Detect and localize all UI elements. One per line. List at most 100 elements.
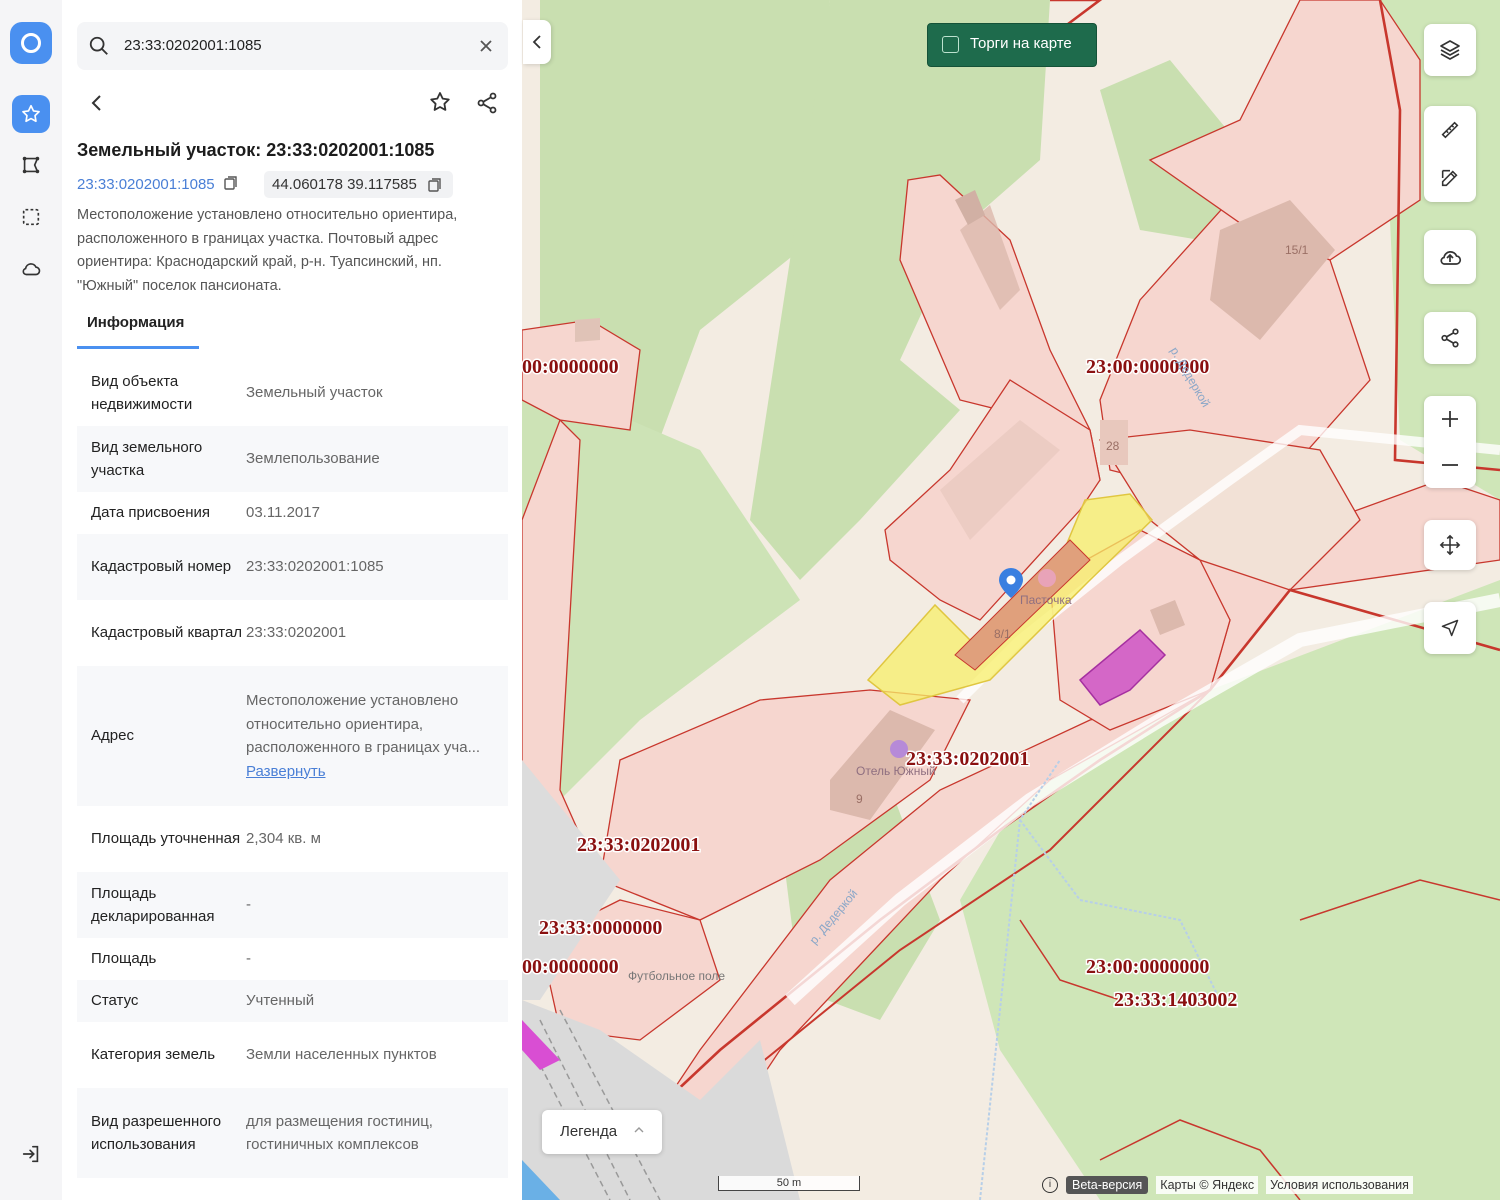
left-rail xyxy=(0,0,63,1200)
table-row: Площадь декларированная - xyxy=(77,872,508,938)
legend-button[interactable]: Легенда xyxy=(542,1110,662,1154)
row-value: 2,304 кв. м xyxy=(246,830,321,848)
map-svg[interactable]: 00:0000000 23:00:0000000 23:33:0202001 2… xyxy=(522,0,1500,1200)
cadastral-number-link[interactable]: 23:33:0202001:1085 xyxy=(77,175,239,193)
row-value: для размещения гостиниц, гостиничных ком… xyxy=(246,1112,433,1154)
cadastral-label: 23:00:0000000 xyxy=(1086,956,1209,978)
coordinates-text: 44.060178 39.117585 xyxy=(272,176,417,193)
auctions-toggle-label: Торги на карте xyxy=(970,35,1072,52)
object-info-panel: 23:33:0202001:1085 Земельный участок: 23… xyxy=(62,0,522,1200)
expand-address-link[interactable]: Развернуть xyxy=(246,763,326,780)
row-value: 23:33:0202001:1085 xyxy=(246,558,384,576)
cadastral-label: 00:0000000 xyxy=(522,356,619,378)
table-row: Адрес Местоположение установлено относите… xyxy=(77,666,508,806)
table-row: Вид земельного участка Землепользование xyxy=(77,426,508,492)
auctions-checkbox[interactable] xyxy=(942,36,959,53)
search-box[interactable]: 23:33:0202001:1085 xyxy=(77,22,508,70)
navigation-arrow-icon xyxy=(1441,619,1459,637)
location-marker-dot xyxy=(1006,575,1016,585)
table-row: Кадастровый номер 23:33:0202001:1085 xyxy=(77,534,508,600)
hotel-poi-icon[interactable] xyxy=(890,740,908,758)
polygon-tool-icon[interactable] xyxy=(12,146,50,184)
search-icon xyxy=(89,36,108,55)
row-value: - xyxy=(246,950,251,968)
move-arrows-icon xyxy=(1439,534,1461,556)
minus-icon xyxy=(1442,464,1458,466)
cadastral-label: 23:33:0000000 xyxy=(539,917,662,939)
house-number: 8/1 xyxy=(994,627,1011,641)
building xyxy=(575,318,600,342)
layers-button[interactable] xyxy=(1424,24,1476,76)
cloud-upload-icon xyxy=(1440,251,1462,265)
object-description: Местоположение установлено относительно … xyxy=(77,207,458,294)
cadastral-label: 00:0000000 xyxy=(522,956,619,978)
row-value: 23:33:0202001 xyxy=(246,624,347,642)
cafe-poi-icon[interactable] xyxy=(1038,569,1056,587)
info-table: Вид объекта недвижимости Земельный участо… xyxy=(77,360,508,1178)
row-label: Дата присвоения xyxy=(91,504,210,522)
beta-badge: Beta-версия xyxy=(1066,1176,1149,1194)
row-value-wrap: Местоположение установлено относительно … xyxy=(246,689,508,783)
copy-icon[interactable] xyxy=(223,175,239,191)
cadastral-label: 23:33:0202001 xyxy=(577,834,700,856)
row-label: Площадь декларированная xyxy=(91,884,215,926)
row-label: Статус xyxy=(91,992,139,1010)
cloud-icon[interactable] xyxy=(12,250,50,288)
search-input[interactable]: 23:33:0202001:1085 xyxy=(124,37,262,54)
row-value: Землепользование xyxy=(246,450,380,468)
row-value: Земли населенных пунктов xyxy=(246,1046,437,1064)
cadastral-number-text[interactable]: 23:33:0202001:1085 xyxy=(77,176,215,193)
poi-cafe-label: Пасточка xyxy=(1020,593,1072,607)
row-label: Категория земель xyxy=(91,1046,216,1064)
cloud-upload-button[interactable] xyxy=(1424,230,1476,284)
edit-button[interactable] xyxy=(1424,154,1476,202)
coordinates-chip[interactable]: 44.060178 39.117585 xyxy=(264,171,453,198)
poi-field-label: Футбольное поле xyxy=(628,969,725,983)
app-logo[interactable] xyxy=(10,22,52,64)
table-row: Кадастровый квартал 23:33:0202001 xyxy=(77,600,508,666)
pan-button[interactable] xyxy=(1424,520,1476,570)
tab-information[interactable]: Информация xyxy=(77,310,199,349)
table-row: Вид разрешенного использования для размещ… xyxy=(77,1088,508,1178)
edit-icon xyxy=(1441,169,1458,187)
row-label: Вид земельного участка xyxy=(91,438,203,480)
row-value: Учтенный xyxy=(246,992,315,1010)
house-number: 15/1 xyxy=(1285,243,1309,257)
auctions-toggle-button[interactable]: Торги на карте xyxy=(927,23,1097,67)
chevron-left-icon xyxy=(532,35,541,49)
yandex-attribution[interactable]: Карты © Яндекс xyxy=(1156,1176,1259,1194)
copy-coordinates-icon[interactable] xyxy=(427,177,443,193)
row-label: Площадь уточненная xyxy=(91,830,241,848)
map-share-button[interactable] xyxy=(1424,312,1476,364)
ruler-button[interactable] xyxy=(1424,106,1476,154)
back-arrow-icon[interactable] xyxy=(90,93,104,113)
row-value: - xyxy=(246,896,251,914)
clear-search-icon[interactable] xyxy=(479,39,493,53)
favorite-star-icon[interactable] xyxy=(428,90,452,114)
geolocation-button[interactable] xyxy=(1424,602,1476,654)
plus-icon xyxy=(1442,411,1458,427)
terms-link[interactable]: Условия использования xyxy=(1266,1176,1413,1194)
favorites-star-icon[interactable] xyxy=(12,95,50,133)
row-value: Земельный участок xyxy=(246,384,383,402)
table-row: Дата присвоения 03.11.2017 xyxy=(77,492,508,534)
draw-tools-group xyxy=(1424,106,1476,202)
row-label: Адрес xyxy=(91,727,134,745)
table-row: Площадь - xyxy=(77,938,508,980)
legend-label: Легенда xyxy=(560,1123,618,1140)
share-icon[interactable] xyxy=(475,91,499,115)
zoom-out-button[interactable] xyxy=(1424,442,1476,488)
info-icon[interactable]: i xyxy=(1042,1177,1058,1193)
zoom-in-button[interactable] xyxy=(1424,396,1476,442)
row-value: 03.11.2017 xyxy=(246,504,320,522)
house-number: 28 xyxy=(1106,439,1120,453)
selection-area-icon[interactable] xyxy=(12,198,50,236)
table-row: Статус Учтенный xyxy=(77,980,508,1022)
tab-information-label: Информация xyxy=(87,314,185,331)
map-canvas[interactable]: 00:0000000 23:00:0000000 23:33:0202001 2… xyxy=(522,0,1500,1200)
login-icon[interactable] xyxy=(12,1135,50,1173)
collapse-panel-button[interactable] xyxy=(523,20,551,64)
poi-hotel-label: Отель Южный xyxy=(856,764,936,778)
cadastral-label: 23:33:1403002 xyxy=(1114,989,1237,1011)
row-label: Кадастровый квартал xyxy=(91,624,243,642)
